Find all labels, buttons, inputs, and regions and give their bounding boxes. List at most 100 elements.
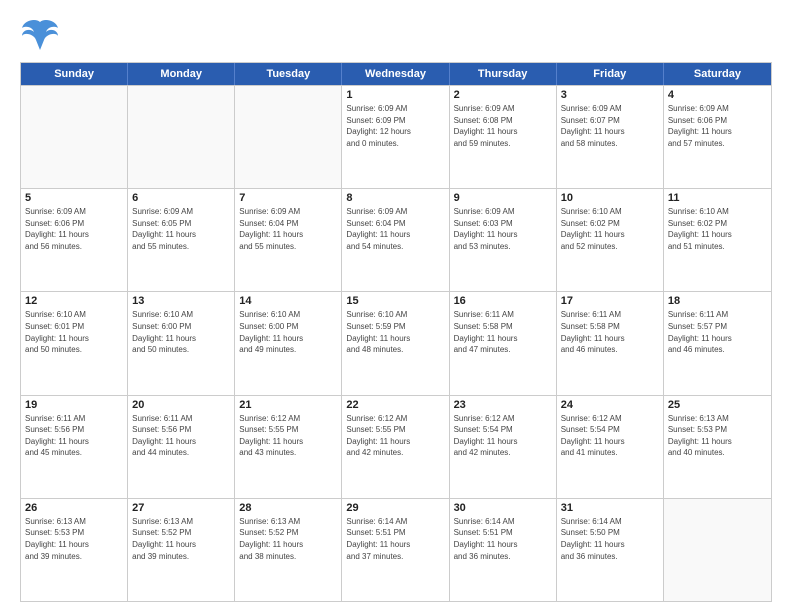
day-number-18: 18 <box>668 295 767 307</box>
cell-info-line: Sunset: 5:52 PM <box>239 527 337 539</box>
day-number-21: 21 <box>239 399 337 411</box>
cell-info-line: Sunset: 6:09 PM <box>346 115 444 127</box>
cell-info-line: Sunset: 6:04 PM <box>346 218 444 230</box>
day-cell-2: 2Sunrise: 6:09 AMSunset: 6:08 PMDaylight… <box>450 86 557 188</box>
cell-info-line: Sunrise: 6:09 AM <box>454 206 552 218</box>
day-number-26: 26 <box>25 502 123 514</box>
cell-info-line: Daylight: 11 hours <box>346 436 444 448</box>
day-cell-23: 23Sunrise: 6:12 AMSunset: 5:54 PMDayligh… <box>450 396 557 498</box>
cell-info-line: and 46 minutes. <box>668 344 767 356</box>
cell-info-line: Sunset: 6:08 PM <box>454 115 552 127</box>
day-cell-27: 27Sunrise: 6:13 AMSunset: 5:52 PMDayligh… <box>128 499 235 601</box>
cell-info-line: Sunset: 6:07 PM <box>561 115 659 127</box>
cell-info-line: Daylight: 11 hours <box>132 436 230 448</box>
cell-info-line: Sunset: 6:06 PM <box>668 115 767 127</box>
cell-info-line: Sunrise: 6:13 AM <box>239 516 337 528</box>
day-number-13: 13 <box>132 295 230 307</box>
day-cell-15: 15 Sunrise: 6:10 AMSunset: 5:59 PMDayligh… <box>342 292 449 394</box>
page: SundayMondayTuesdayWednesdayThursdayFrid… <box>0 0 792 612</box>
cell-info-line: and 59 minutes. <box>454 138 552 150</box>
cell-info-line: Sunrise: 6:11 AM <box>668 309 767 321</box>
day-cell-3: 3Sunrise: 6:09 AMSunset: 6:07 PMDaylight… <box>557 86 664 188</box>
empty-cell-0-2 <box>235 86 342 188</box>
cell-info-line: and 49 minutes. <box>239 344 337 356</box>
empty-cell-0-0 <box>21 86 128 188</box>
cell-info-line: Sunrise: 6:09 AM <box>239 206 337 218</box>
calendar: SundayMondayTuesdayWednesdayThursdayFrid… <box>20 62 772 602</box>
logo <box>20 18 64 54</box>
day-cell-16: 16 Sunrise: 6:11 AMSunset: 5:58 PMDayligh… <box>450 292 557 394</box>
cell-info-line: Sunset: 6:04 PM <box>239 218 337 230</box>
day-number-24: 24 <box>561 399 659 411</box>
cell-info-line: Sunset: 6:03 PM <box>454 218 552 230</box>
cell-info-line: Sunset: 5:54 PM <box>561 424 659 436</box>
weekday-header-saturday: Saturday <box>664 63 771 85</box>
day-cell-29: 29Sunrise: 6:14 AMSunset: 5:51 PMDayligh… <box>342 499 449 601</box>
cell-info-line: and 45 minutes. <box>25 447 123 459</box>
cell-info-line: Sunrise: 6:10 AM <box>239 309 337 321</box>
cell-info-line: Sunrise: 6:11 AM <box>132 413 230 425</box>
cell-info-line: and 43 minutes. <box>239 447 337 459</box>
cell-info-line: and 42 minutes. <box>346 447 444 459</box>
cell-info-line: Daylight: 11 hours <box>454 333 552 345</box>
cell-info-line: and 42 minutes. <box>454 447 552 459</box>
cell-info-line: and 50 minutes. <box>25 344 123 356</box>
cell-info-line: Sunset: 6:00 PM <box>132 321 230 333</box>
day-cell-5: 5Sunrise: 6:09 AMSunset: 6:06 PMDaylight… <box>21 189 128 291</box>
cell-info-line: Sunrise: 6:09 AM <box>561 103 659 115</box>
day-cell-17: 17Sunrise: 6:11 AMSunset: 5:58 PMDayligh… <box>557 292 664 394</box>
cell-info-line: Daylight: 11 hours <box>561 126 659 138</box>
calendar-row-4: 19Sunrise: 6:11 AMSunset: 5:56 PMDayligh… <box>21 395 771 498</box>
day-number-16: 16 <box>454 295 552 307</box>
cell-info-line: Sunset: 5:58 PM <box>561 321 659 333</box>
cell-info-line: Sunrise: 6:11 AM <box>454 309 552 321</box>
cell-info-line: Sunset: 6:02 PM <box>668 218 767 230</box>
day-number-10: 10 <box>561 192 659 204</box>
day-number-14: 14 <box>239 295 337 307</box>
cell-info-line: Daylight: 11 hours <box>346 333 444 345</box>
cell-info-line: Sunset: 5:58 PM <box>454 321 552 333</box>
weekday-header-tuesday: Tuesday <box>235 63 342 85</box>
cell-info-line: Sunset: 5:59 PM <box>346 321 444 333</box>
cell-info-line: Sunset: 5:56 PM <box>25 424 123 436</box>
cell-info-line: Sunset: 6:01 PM <box>25 321 123 333</box>
cell-info-line: Daylight: 11 hours <box>239 229 337 241</box>
day-number-27: 27 <box>132 502 230 514</box>
cell-info-line: and 46 minutes. <box>561 344 659 356</box>
cell-info-line: Sunset: 6:02 PM <box>561 218 659 230</box>
cell-info-line: Sunrise: 6:11 AM <box>561 309 659 321</box>
day-number-19: 19 <box>25 399 123 411</box>
day-number-8: 8 <box>346 192 444 204</box>
day-number-15: 15 <box>346 295 444 307</box>
cell-info-line: Daylight: 11 hours <box>25 436 123 448</box>
cell-info-line: and 39 minutes. <box>25 551 123 563</box>
cell-info-line: Daylight: 11 hours <box>668 333 767 345</box>
cell-info-line: Daylight: 11 hours <box>25 229 123 241</box>
day-number-30: 30 <box>454 502 552 514</box>
cell-info-line: Sunrise: 6:12 AM <box>239 413 337 425</box>
cell-info-line: Sunrise: 6:11 AM <box>25 413 123 425</box>
cell-info-line: and 0 minutes. <box>346 138 444 150</box>
day-number-12: 12 <box>25 295 123 307</box>
cell-info-line: Sunrise: 6:09 AM <box>25 206 123 218</box>
day-cell-22: 22Sunrise: 6:12 AMSunset: 5:55 PMDayligh… <box>342 396 449 498</box>
cell-info-line: Sunset: 6:05 PM <box>132 218 230 230</box>
empty-cell-4-6 <box>664 499 771 601</box>
cell-info-line: Daylight: 11 hours <box>25 333 123 345</box>
cell-info-line: Sunrise: 6:10 AM <box>668 206 767 218</box>
cell-info-line: Sunset: 6:06 PM <box>25 218 123 230</box>
cell-info-line: Daylight: 11 hours <box>454 229 552 241</box>
cell-info-line: and 57 minutes. <box>668 138 767 150</box>
day-number-2: 2 <box>454 89 552 101</box>
calendar-body: 1Sunrise: 6:09 AMSunset: 6:09 PMDaylight… <box>21 85 771 601</box>
cell-info-line: Sunset: 5:53 PM <box>25 527 123 539</box>
cell-info-line: Sunrise: 6:10 AM <box>346 309 444 321</box>
cell-info-line: Sunrise: 6:14 AM <box>346 516 444 528</box>
cell-info-line: Sunset: 5:53 PM <box>668 424 767 436</box>
cell-info-line: Sunset: 5:56 PM <box>132 424 230 436</box>
day-number-29: 29 <box>346 502 444 514</box>
day-number-28: 28 <box>239 502 337 514</box>
cell-info-line: and 48 minutes. <box>346 344 444 356</box>
day-number-6: 6 <box>132 192 230 204</box>
cell-info-line: Sunset: 5:55 PM <box>346 424 444 436</box>
